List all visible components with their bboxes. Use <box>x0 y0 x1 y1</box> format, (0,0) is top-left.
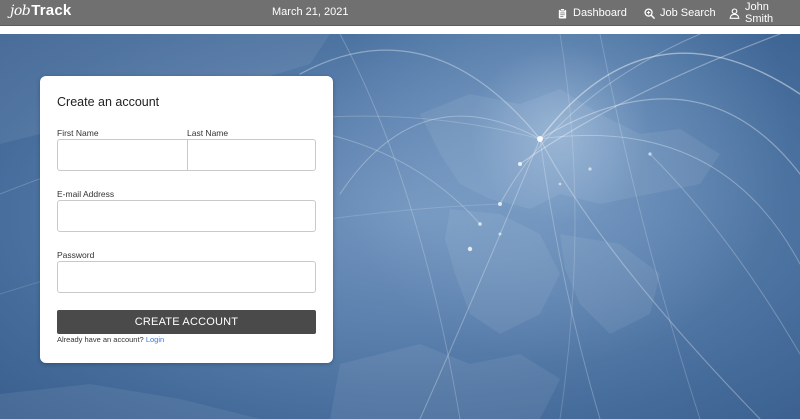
last-name-label: Last Name <box>187 128 229 138</box>
email-field[interactable] <box>57 200 316 232</box>
login-prompt-text: Already have an account? <box>57 335 144 344</box>
login-link[interactable]: Login <box>146 335 164 344</box>
header-divider <box>0 26 800 34</box>
create-account-button[interactable]: CREATE ACCOUNT <box>57 310 316 334</box>
top-navbar: job Track March 21, 2021 Dashboard Job S… <box>0 0 800 26</box>
brand-name: Track <box>31 2 72 19</box>
nav-job-search-link[interactable]: Job Search <box>644 5 716 21</box>
email-label: E-mail Address <box>57 189 115 199</box>
password-field[interactable] <box>57 261 316 293</box>
first-name-label: First Name <box>57 128 99 138</box>
brand-logo[interactable]: job Track <box>10 2 71 24</box>
first-name-field[interactable] <box>57 139 188 171</box>
brand-prefix: job <box>10 3 31 19</box>
create-account-card: Create an account First Name Last Name E… <box>40 76 333 363</box>
user-icon <box>729 7 740 19</box>
magnifier-plus-icon <box>644 7 655 19</box>
form-title: Create an account <box>57 95 160 109</box>
nav-user-menu[interactable]: John Smith <box>729 1 800 25</box>
last-name-field[interactable] <box>187 139 316 171</box>
current-date: March 21, 2021 <box>272 6 349 18</box>
nav-dashboard-label: Dashboard <box>573 7 627 19</box>
clipboard-icon <box>557 7 568 19</box>
password-label: Password <box>57 250 95 260</box>
login-prompt-line: Already have an account? Login <box>57 335 164 344</box>
nav-dashboard-link[interactable]: Dashboard <box>557 5 627 21</box>
user-name: John Smith <box>745 1 774 25</box>
nav-job-search-label: Job Search <box>660 7 716 19</box>
